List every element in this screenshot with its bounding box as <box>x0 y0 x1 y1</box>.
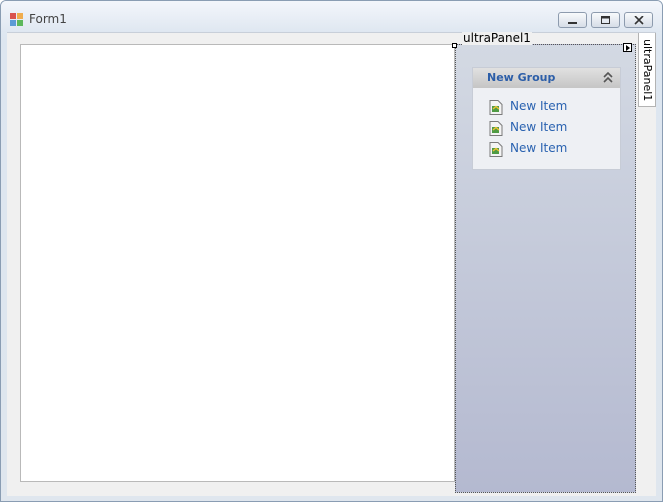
close-icon <box>634 16 644 25</box>
double-chevron-up-icon[interactable] <box>603 72 613 83</box>
document-item-icon <box>489 100 503 115</box>
arrow-right-icon <box>626 45 630 51</box>
minimize-button[interactable] <box>558 12 587 28</box>
group-item-label: New Item <box>510 141 568 155</box>
panel-bottom-border <box>455 492 636 494</box>
explorer-group: New Group New Item New Item New Item <box>472 67 621 170</box>
form-client-area: ultraPanel1 New Group New Item New Item … <box>7 32 656 496</box>
group-item-label: New Item <box>510 99 568 113</box>
window-title: Form1 <box>29 12 67 26</box>
maximize-button[interactable] <box>591 12 620 28</box>
group-item-label: New Item <box>510 120 568 134</box>
document-item-icon <box>489 142 503 157</box>
group-header[interactable]: New Group <box>473 68 620 88</box>
design-surface[interactable] <box>20 44 455 482</box>
document-item-icon <box>489 121 503 136</box>
group-title: New Group <box>487 71 556 84</box>
title-bar[interactable]: Form1 <box>1 1 662 32</box>
maximize-icon <box>601 16 610 24</box>
side-tab-ultrapanel[interactable]: ultraPanel1 <box>638 33 656 107</box>
panel-caption: ultraPanel1 <box>462 31 532 45</box>
side-tab-label: ultraPanel1 <box>641 39 654 102</box>
close-button[interactable] <box>624 12 653 28</box>
form-window: Form1 ultraPanel1 New Group New Item New… <box>0 0 663 502</box>
form-app-icon <box>10 13 23 26</box>
minimize-icon <box>568 22 577 24</box>
smart-tag-button[interactable] <box>623 43 632 52</box>
resize-handle[interactable] <box>452 43 457 48</box>
